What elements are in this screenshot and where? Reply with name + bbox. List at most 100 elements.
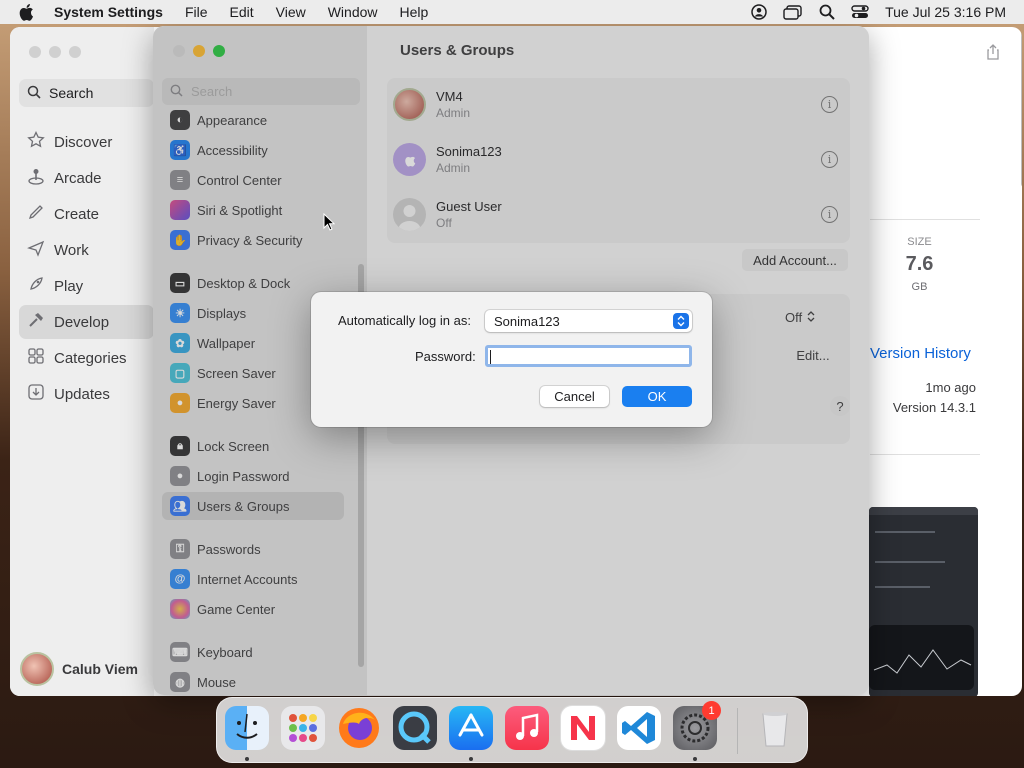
zoom-window-button[interactable] (69, 46, 81, 58)
edit-button[interactable]: Edit... (787, 344, 839, 366)
sidebar-item-internet-accounts[interactable]: @ Internet Accounts (162, 565, 344, 593)
password-label: Password: (415, 349, 476, 364)
auto-login-select[interactable]: Off (785, 310, 815, 326)
firefox-icon[interactable] (337, 706, 381, 750)
user-row-guest[interactable]: Guest User Off i (393, 187, 848, 242)
app-screenshot-preview[interactable] (869, 507, 978, 696)
control-center-icon[interactable] (851, 4, 869, 20)
search-placeholder: Search (191, 84, 233, 99)
zoom-window-button[interactable] (213, 45, 225, 57)
close-window-button[interactable] (173, 45, 185, 57)
info-icon[interactable]: i (821, 206, 838, 223)
quicktime-icon[interactable] (393, 706, 437, 750)
sidebar-item-play[interactable]: Play (19, 269, 154, 303)
user-row-vm4[interactable]: VM4 Admin i (393, 77, 848, 132)
sidebar-item-mouse[interactable]: ◍ Mouse (162, 668, 344, 695)
star-icon (27, 130, 45, 153)
sidebar-item-discover[interactable]: Discover (19, 125, 154, 159)
account-name: Calub Viem (62, 661, 138, 677)
size-label: SIZE (907, 236, 932, 248)
share-icon[interactable] (986, 44, 1000, 63)
menu-clock[interactable]: Tue Jul 25 3:16 PM (885, 4, 1006, 20)
launchpad-icon[interactable] (281, 706, 325, 750)
account-button[interactable]: Calub Viem (20, 652, 138, 686)
finder-icon[interactable] (225, 706, 269, 750)
sidebar-item-control-center[interactable]: ≡ Control Center (162, 166, 344, 194)
screen-mirroring-icon[interactable] (783, 4, 803, 20)
search-label: Search (49, 85, 94, 101)
sidebar-item-siri-spotlight[interactable]: Siri & Spotlight (162, 196, 344, 224)
music-icon[interactable] (505, 706, 549, 750)
user-row-sonima123[interactable]: Sonima123 Admin i (393, 132, 848, 187)
control-center-icon: ≡ (170, 170, 190, 190)
sidebar-item-label: Develop (54, 313, 110, 331)
sidebar-item-label: Arcade (54, 169, 102, 187)
sidebar-item-develop[interactable]: Develop (19, 305, 154, 339)
menu-edit[interactable]: Edit (230, 4, 254, 20)
sidebar-item-label: Desktop & Dock (197, 275, 291, 291)
menu-app-name[interactable]: System Settings (54, 4, 163, 20)
sidebar-item-label: Screen Saver (197, 365, 276, 381)
menu-view[interactable]: View (276, 4, 306, 20)
auto-login-user-select[interactable]: Sonima123 (485, 310, 692, 332)
lock-icon: ● (170, 466, 190, 486)
sidebar-item-work[interactable]: Work (19, 233, 154, 267)
sidebar-item-categories[interactable]: Categories (19, 341, 154, 375)
news-icon[interactable] (561, 706, 605, 750)
sidebar-item-appearance[interactable]: ◐ Appearance (162, 106, 344, 134)
add-account-button[interactable]: Add Account... (742, 249, 848, 271)
info-icon[interactable]: i (821, 96, 838, 113)
search-icon (170, 84, 183, 100)
sidebar-item-accessibility[interactable]: ♿ Accessibility (162, 136, 344, 164)
sidebar-item-privacy-security[interactable]: ✋ Privacy & Security (162, 226, 344, 254)
auto-login-value: Off (785, 310, 803, 325)
trash-icon[interactable] (753, 706, 797, 750)
apple-menu-icon[interactable] (18, 3, 36, 21)
scrollbar[interactable] (1021, 27, 1022, 187)
minimize-window-button[interactable] (193, 45, 205, 57)
app-store-search-field[interactable]: Search (19, 79, 154, 107)
avatar (393, 88, 426, 121)
close-window-button[interactable] (29, 46, 41, 58)
sidebar-item-lock-screen[interactable]: 🔒︎ Lock Screen (162, 432, 344, 460)
sidebar-item-users-groups[interactable]: 👥︎ Users & Groups (162, 492, 344, 520)
password-field[interactable] (485, 345, 692, 367)
screen-saver-icon: ▢ (170, 363, 190, 383)
sidebar-item-login-password[interactable]: ● Login Password (162, 462, 344, 490)
sidebar-item-updates[interactable]: Updates (19, 377, 154, 411)
sidebar-item-passwords[interactable]: ⚿ Passwords (162, 535, 344, 563)
help-button[interactable]: ? (830, 396, 850, 416)
vscode-icon[interactable] (617, 706, 661, 750)
spotlight-search-icon[interactable] (819, 4, 835, 20)
sidebar-item-label: Internet Accounts (197, 571, 298, 587)
sidebar-item-keyboard[interactable]: ⌨ Keyboard (162, 638, 344, 666)
menu-file[interactable]: File (185, 4, 208, 20)
sidebar-item-game-center[interactable]: Game Center (162, 595, 344, 623)
sidebar-item-arcade[interactable]: Arcade (19, 161, 154, 195)
sun-icon: ☀ (170, 303, 190, 323)
notification-badge: 1 (702, 701, 721, 720)
sidebar-item-label: Passwords (197, 541, 261, 557)
grid-icon (27, 347, 45, 369)
user-name: Sonima123 (436, 144, 502, 159)
user-account-icon[interactable] (751, 4, 767, 20)
cancel-button[interactable]: Cancel (540, 386, 609, 407)
joystick-icon (27, 167, 45, 189)
sidebar-item-label: Game Center (197, 601, 276, 617)
ok-button[interactable]: OK (622, 386, 692, 407)
settings-search-field[interactable]: Search (162, 78, 360, 105)
info-icon[interactable]: i (821, 151, 838, 168)
size-value: 7.6 (905, 253, 934, 275)
running-indicator (245, 757, 249, 761)
version-history-link[interactable]: Version History (870, 345, 971, 362)
menu-help[interactable]: Help (400, 4, 429, 20)
accessibility-icon: ♿ (170, 140, 190, 160)
avatar (393, 198, 426, 231)
at-sign-icon: @ (170, 569, 190, 589)
minimize-window-button[interactable] (49, 46, 61, 58)
menu-window[interactable]: Window (328, 4, 378, 20)
sidebar-item-label: Discover (54, 133, 113, 151)
sidebar-item-create[interactable]: Create (19, 197, 154, 231)
app-store-icon[interactable] (449, 706, 493, 750)
sidebar-item-label: Wallpaper (197, 335, 256, 351)
